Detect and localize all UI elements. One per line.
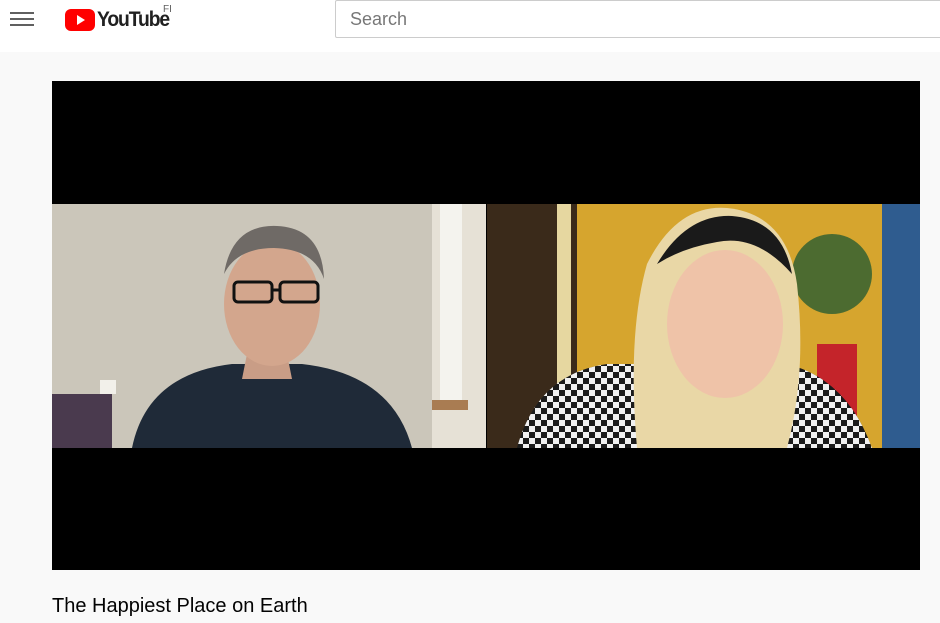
video-player[interactable] <box>52 81 920 570</box>
video-title: The Happiest Place on Earth <box>52 595 308 617</box>
search-input[interactable] <box>335 0 940 38</box>
video-feed-left <box>52 204 486 448</box>
video-feed-right <box>487 204 920 448</box>
menu-icon[interactable] <box>10 9 34 29</box>
woman-on-video-call-image <box>487 204 920 448</box>
top-bar: YouTube FI <box>0 0 940 52</box>
logo-text: YouTube <box>97 8 170 31</box>
youtube-play-icon <box>65 9 95 31</box>
youtube-logo[interactable]: YouTube <box>65 8 175 32</box>
man-on-video-call-image <box>52 204 486 448</box>
country-code: FI <box>163 4 172 15</box>
